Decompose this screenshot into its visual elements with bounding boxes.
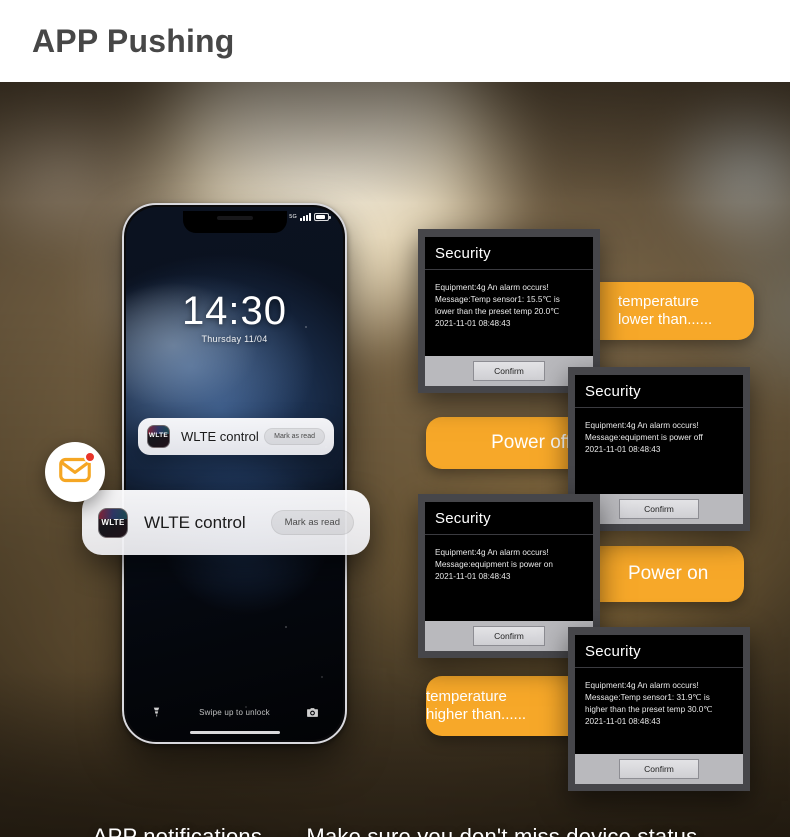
hero-image-stage: 5G 14:30 Thursday 11/04 Swipe up to unlo… [0,82,790,837]
phone-notch [182,211,287,233]
mark-as-read-button[interactable]: Mark as read [264,428,325,445]
notification-title: WLTE control [144,512,246,532]
mail-badge [45,442,105,502]
flashlight-icon[interactable] [148,704,164,720]
dialog-line: Message:Temp sensor1: 31.9℃ is [585,692,710,702]
swipe-hint-text: Swipe up to unlock [199,707,270,717]
dialog-line: Message:equipment is power on [435,559,553,569]
dialog-inner: Security Equipment:4g An alarm occurs! M… [575,375,743,494]
wallpaper-stars [126,207,343,740]
notification-banner-small[interactable]: WLTE WLTE control Mark as read [138,418,334,455]
app-icon-label: WLTE [101,517,125,527]
phone-mockup: 5G 14:30 Thursday 11/04 Swipe up to unlo… [122,203,347,744]
dialog-line: 2021-11-01 08:48:43 [585,716,661,726]
confirm-button[interactable]: Confirm [473,360,545,381]
tag-line-1: Power off [491,431,571,453]
tag-line-2: higher than...... [426,706,527,723]
dialog-inner: Security Equipment:4g An alarm occurs! M… [425,237,593,356]
app-icon-wlte: WLTE [98,507,128,538]
confirm-button[interactable]: Confirm [619,758,699,779]
dialog-line: Equipment:4g An alarm occurs! [585,421,699,430]
dialog-footer: Confirm [575,753,743,784]
dialog-line: lower than the preset temp 20.0℃ [435,306,560,316]
alert-dialog-temp-high: Security Equipment:4g An alarm occurs! M… [568,627,750,791]
earpiece-speaker-icon [216,216,253,220]
dialog-line: higher than the preset temp 30.0℃ [585,704,713,714]
hero-caption: APP notifications——Make sure you don't m… [92,824,698,837]
tag-line-2: lower than...... [618,311,713,328]
app-icon-label: WLTE [148,432,169,440]
page-header: APP Pushing [0,0,790,82]
phone-screen: 5G 14:30 Thursday 11/04 Swipe up to unlo… [126,207,343,740]
dialog-inner: Security Equipment:4g An alarm occurs! M… [575,635,743,754]
home-indicator [189,731,280,734]
dialog-title: Security [425,237,593,270]
confirm-button[interactable]: Confirm [619,498,699,519]
dialog-line: Message:equipment is power off [585,432,703,442]
lock-screen-clock: 14:30 [181,289,288,333]
confirm-button[interactable]: Confirm [473,625,545,646]
camera-icon[interactable] [305,704,321,720]
dialog-body: Equipment:4g An alarm occurs! Message:Te… [425,270,593,356]
dialog-line: 2021-11-01 08:48:43 [585,444,661,454]
dialog-inner: Security Equipment:4g An alarm occurs! M… [425,502,593,621]
dialog-line: Equipment:4g An alarm occurs! [585,681,699,690]
dialog-line: 2021-11-01 08:48:43 [435,318,511,328]
unread-badge-dot [84,451,96,463]
notification-banner-large[interactable]: WLTE WLTE control Mark as read [82,490,370,555]
tag-line-1: temperature [426,688,507,705]
dialog-body: Equipment:4g An alarm occurs! Message:Te… [575,668,743,754]
tag-temperature-lower: temperature lower than...... [596,282,754,340]
dialog-line: Message:Temp sensor1: 15.5℃ is [435,294,560,304]
page-title: APP Pushing [32,22,235,59]
lock-screen-date: Thursday 11/04 [201,334,268,344]
dialog-body: Equipment:4g An alarm occurs! Message:eq… [575,408,743,494]
notification-title: WLTE control [181,429,259,444]
dialog-line: Equipment:4g An alarm occurs! [435,548,549,557]
signal-bars-icon [300,213,311,221]
dialog-footer: Confirm [575,493,743,524]
mark-as-read-button[interactable]: Mark as read [270,510,354,535]
status-bar-right: 5G [289,213,331,221]
dialog-title: Security [575,375,743,408]
network-label: 5G [289,214,297,220]
tag-line-1: temperature [618,293,699,310]
dialog-title: Security [575,635,743,668]
tag-power-on: Power on [596,546,744,602]
dialog-body: Equipment:4g An alarm occurs! Message:eq… [425,535,593,621]
dialog-line: Equipment:4g An alarm occurs! [435,283,549,292]
app-icon-wlte: WLTE [147,425,170,448]
battery-icon [314,213,331,221]
lock-screen-bottom-bar: Swipe up to unlock [126,698,343,726]
tag-line-1: Power on [628,562,709,584]
dialog-line: 2021-11-01 08:48:43 [435,571,511,581]
dialog-title: Security [425,502,593,535]
